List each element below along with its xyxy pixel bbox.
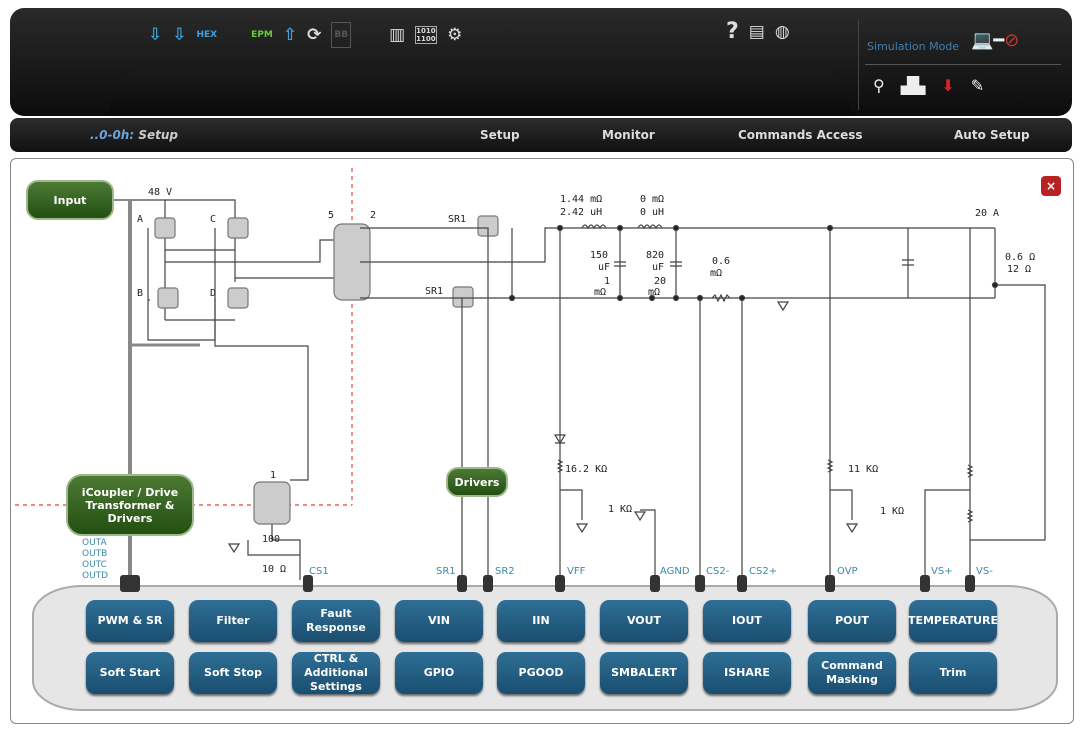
connector-pin bbox=[555, 575, 565, 592]
pin-cs2plus-label: CS2+ bbox=[749, 566, 778, 577]
button-ishare[interactable]: ISHARE bbox=[703, 652, 791, 694]
r1-value: 1 bbox=[604, 276, 610, 287]
icoupler-node[interactable]: iCoupler / Drive Transformer & Drivers bbox=[66, 474, 194, 536]
button-pwm-sr[interactable]: PWM & SR bbox=[86, 600, 174, 642]
connector-pin bbox=[920, 575, 930, 592]
connector-pin bbox=[457, 575, 467, 592]
connector-pin bbox=[965, 575, 975, 592]
button-vout[interactable]: VOUT bbox=[600, 600, 688, 642]
shunt-unit: mΩ bbox=[710, 268, 722, 279]
button-filter[interactable]: Filter bbox=[189, 600, 277, 642]
burden-10: 10 Ω bbox=[262, 564, 286, 575]
input-node[interactable]: Input bbox=[26, 180, 114, 220]
outc-label: OUTC bbox=[82, 560, 107, 570]
r-16k2: 16.2 KΩ bbox=[565, 464, 607, 475]
label-d: D bbox=[210, 288, 216, 299]
outb-label: OUTB bbox=[82, 549, 108, 559]
c2-value: 820 bbox=[646, 250, 664, 261]
outd-label: OUTD bbox=[82, 571, 109, 581]
button-soft-stop[interactable]: Soft Stop bbox=[189, 652, 277, 694]
r-1k-ovp: 1 KΩ bbox=[880, 506, 904, 517]
burden-100: 100 bbox=[262, 534, 280, 545]
connector-pin bbox=[737, 575, 747, 592]
button-smbalert[interactable]: SMBALERT bbox=[600, 652, 688, 694]
pin-sr2-label: SR2 bbox=[495, 566, 515, 577]
ct-turns: 1 bbox=[270, 470, 276, 481]
connector-pin bbox=[650, 575, 660, 592]
pin-cs2minus-label: CS2- bbox=[706, 566, 730, 577]
button-gpio[interactable]: GPIO bbox=[395, 652, 483, 694]
load-current: 20 A bbox=[975, 208, 999, 219]
button-iin[interactable]: IIN bbox=[497, 600, 585, 642]
r2-unit: mΩ bbox=[648, 287, 660, 298]
r-11k: 11 KΩ bbox=[848, 464, 878, 475]
sr1-bottom-label: SR1 bbox=[425, 286, 443, 297]
label-a: A bbox=[137, 214, 143, 225]
shunt-value: 0.6 bbox=[712, 256, 730, 267]
c1-value: 150 bbox=[590, 250, 608, 261]
pin-vff-label: VFF bbox=[567, 566, 586, 577]
l2-inductance: 0 uH bbox=[640, 207, 664, 218]
button-trim[interactable]: Trim bbox=[909, 652, 997, 694]
outa-label: OUTA bbox=[82, 538, 107, 548]
pin-ovp-label: OVP bbox=[837, 566, 858, 577]
button-command-masking[interactable]: Command Masking bbox=[808, 652, 896, 694]
connector-pin bbox=[483, 575, 493, 592]
sr1-top-label: SR1 bbox=[448, 214, 466, 225]
button-pout[interactable]: POUT bbox=[808, 600, 896, 642]
mosfet-b bbox=[157, 287, 179, 309]
close-button[interactable]: × bbox=[1041, 176, 1061, 196]
button-soft-start[interactable]: Soft Start bbox=[86, 652, 174, 694]
mosfet-d bbox=[227, 287, 249, 309]
mosfet-c bbox=[227, 217, 249, 239]
pin-vsplus-label: VS+ bbox=[931, 566, 953, 577]
turns-secondary: 2 bbox=[370, 210, 376, 221]
button-ctrl-additional-settings[interactable]: CTRL & Additional Settings bbox=[292, 652, 380, 694]
connector-pin bbox=[120, 575, 140, 592]
pin-sr1-label: SR1 bbox=[436, 566, 456, 577]
connector-pin bbox=[825, 575, 835, 592]
turns-primary: 5 bbox=[328, 210, 334, 221]
out-labels: OUTA OUTB OUTC OUTD bbox=[82, 538, 108, 582]
pin-vsminus-label: VS- bbox=[976, 566, 993, 577]
junction-dots bbox=[508, 224, 999, 302]
drivers-node[interactable]: Drivers bbox=[446, 467, 508, 497]
label-c: C bbox=[210, 214, 216, 225]
label-b: B bbox=[137, 288, 143, 299]
pin-agnd-label: AGND bbox=[660, 566, 690, 577]
c1-unit: uF bbox=[598, 262, 610, 273]
l2-resistance: 0 mΩ bbox=[640, 194, 664, 205]
connector-pin bbox=[695, 575, 705, 592]
load-resistance-1: 0.6 Ω bbox=[1005, 252, 1035, 263]
mosfet-a bbox=[154, 217, 176, 239]
mosfet-sr1-bottom bbox=[452, 286, 474, 308]
button-iout[interactable]: IOUT bbox=[703, 600, 791, 642]
c2-unit: uF bbox=[652, 262, 664, 273]
button-vin[interactable]: VIN bbox=[395, 600, 483, 642]
vin-label: 48 V bbox=[148, 187, 172, 198]
r1-unit: mΩ bbox=[594, 287, 606, 298]
connector-pin bbox=[303, 575, 313, 592]
l1-inductance: 2.42 uH bbox=[560, 207, 602, 218]
load-resistance-2: 12 Ω bbox=[1007, 264, 1031, 275]
r2-value: 20 bbox=[654, 276, 666, 287]
r-1k-vff: 1 KΩ bbox=[608, 504, 632, 515]
current-transformer bbox=[253, 481, 291, 525]
button-fault-response[interactable]: Fault Response bbox=[292, 600, 380, 642]
button-pgood[interactable]: PGOOD bbox=[497, 652, 585, 694]
l1-resistance: 1.44 mΩ bbox=[560, 194, 602, 205]
button-temperature[interactable]: TEMPERATURE bbox=[908, 600, 998, 642]
secondary-wires bbox=[360, 227, 1046, 580]
